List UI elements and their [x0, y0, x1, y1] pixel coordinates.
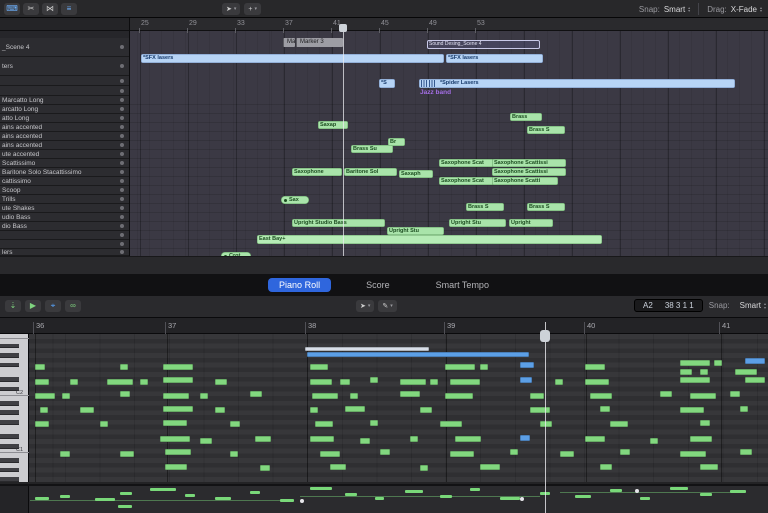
piano-roll-playhead[interactable] [545, 322, 546, 513]
logic-pro-window: ⌨ ✂ ⋈ ≡ ➤ ▾ + ▾ Snap: Smart ▴ ▾ Drag: X-Fade… [0, 0, 768, 513]
piano-roll-playhead-handle[interactable] [540, 330, 550, 342]
arrange-playhead[interactable] [343, 24, 344, 256]
playheads [0, 0, 768, 513]
arrange-playhead-handle[interactable] [339, 24, 347, 32]
